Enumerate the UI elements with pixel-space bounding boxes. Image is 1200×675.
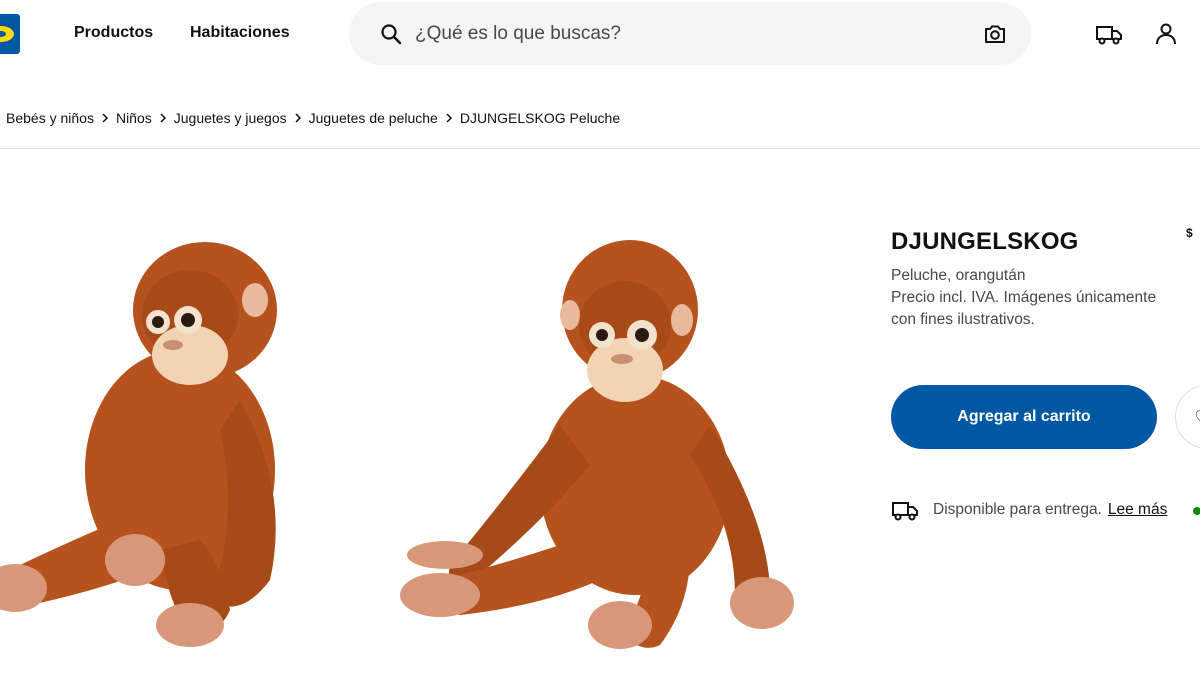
add-to-cart-button[interactable]: Agregar al carrito [891, 385, 1157, 449]
breadcrumb-current: DJUNGELSKOG Peluche [459, 110, 621, 126]
heart-icon: ♡ [1194, 406, 1200, 431]
read-more-link[interactable]: Lee más [1108, 501, 1167, 519]
search-bar[interactable] [349, 2, 1031, 65]
delivery-truck-icon[interactable] [1095, 21, 1123, 47]
chevron-right-icon [287, 111, 309, 125]
ikea-logo[interactable] [0, 14, 20, 54]
product-image-main[interactable] [0, 220, 340, 660]
header-divider [0, 148, 1200, 149]
price-note-line2: con fines ilustrativos. [891, 311, 1035, 328]
product-image-secondary[interactable] [390, 225, 810, 665]
chevron-right-icon [94, 111, 116, 125]
favorite-button[interactable]: ♡ [1175, 385, 1200, 449]
user-icon[interactable] [1152, 21, 1180, 47]
breadcrumb-ninos[interactable]: Niños [116, 110, 152, 126]
availability-status-dot [1193, 507, 1200, 515]
breadcrumb-juguetes-y-juegos[interactable]: Juguetes y juegos [174, 110, 287, 126]
product-name: DJUNGELSKOG [891, 228, 1079, 255]
delivery-text: Disponible para entrega. [933, 501, 1102, 518]
breadcrumb-juguetes-de-peluche[interactable]: Juguetes de peluche [309, 110, 438, 126]
product-description: Peluche, orangután Precio incl. IVA. Imá… [891, 265, 1191, 331]
breadcrumb: Bebés y niños Niños Juguetes y juegos Ju… [6, 110, 620, 126]
nav-productos[interactable]: Productos [74, 24, 153, 42]
nav-habitaciones[interactable]: Habitaciones [190, 24, 290, 42]
product-type: Peluche, orangután [891, 267, 1026, 284]
chevron-right-icon [438, 111, 460, 125]
search-input[interactable] [415, 14, 955, 54]
breadcrumb-bebes-y-ninos[interactable]: Bebés y niños [6, 110, 94, 126]
delivery-availability: Disponible para entrega. Lee más [891, 498, 1167, 522]
site-header: Productos Habitaciones [0, 0, 1200, 70]
product-price: $ [1186, 226, 1193, 240]
delivery-truck-icon [892, 502, 918, 521]
search-icon[interactable] [379, 22, 403, 46]
chevron-right-icon [152, 111, 174, 125]
price-note-line1: Precio incl. IVA. Imágenes únicamente [891, 289, 1157, 306]
camera-icon[interactable] [983, 22, 1007, 46]
